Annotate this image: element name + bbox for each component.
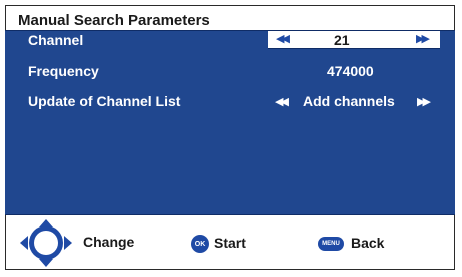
setting-value-update-channel-list: Add channels <box>303 93 395 109</box>
setting-value-channel: 21 <box>334 32 350 48</box>
setting-row-update-channel-list[interactable]: Update of Channel List ◀◀ Add channels ▶… <box>5 91 455 111</box>
ok-button-icon: OK <box>191 235 209 253</box>
menu-button-icon: MENU <box>318 237 344 251</box>
arrow-left-icon[interactable]: ◀◀ <box>276 32 290 45</box>
start-label: Start <box>214 235 246 251</box>
arrow-right-icon[interactable]: ▶▶ <box>417 95 431 108</box>
arrow-right-icon[interactable]: ▶▶ <box>416 32 430 45</box>
setting-value-frequency: 474000 <box>327 63 374 79</box>
channel-selector[interactable]: ◀◀ 21 ▶▶ <box>268 31 440 49</box>
change-label: Change <box>83 234 135 250</box>
setting-row-channel[interactable]: Channel ◀◀ 21 ▶▶ <box>5 31 455 51</box>
setting-label-frequency: Frequency <box>28 63 99 79</box>
setting-label-update-channel-list: Update of Channel List <box>28 93 181 109</box>
footer-legend: Change OK Start MENU Back <box>5 215 455 270</box>
settings-panel: Channel ◀◀ 21 ▶▶ Frequency 474000 Update… <box>5 30 455 215</box>
setting-label-channel: Channel <box>28 32 84 48</box>
arrow-left-icon[interactable]: ◀◀ <box>275 95 289 108</box>
page-title: Manual Search Parameters <box>18 12 210 29</box>
back-label: Back <box>351 235 385 251</box>
setting-row-frequency[interactable]: Frequency 474000 <box>5 61 455 81</box>
dpad-icon <box>20 219 72 267</box>
